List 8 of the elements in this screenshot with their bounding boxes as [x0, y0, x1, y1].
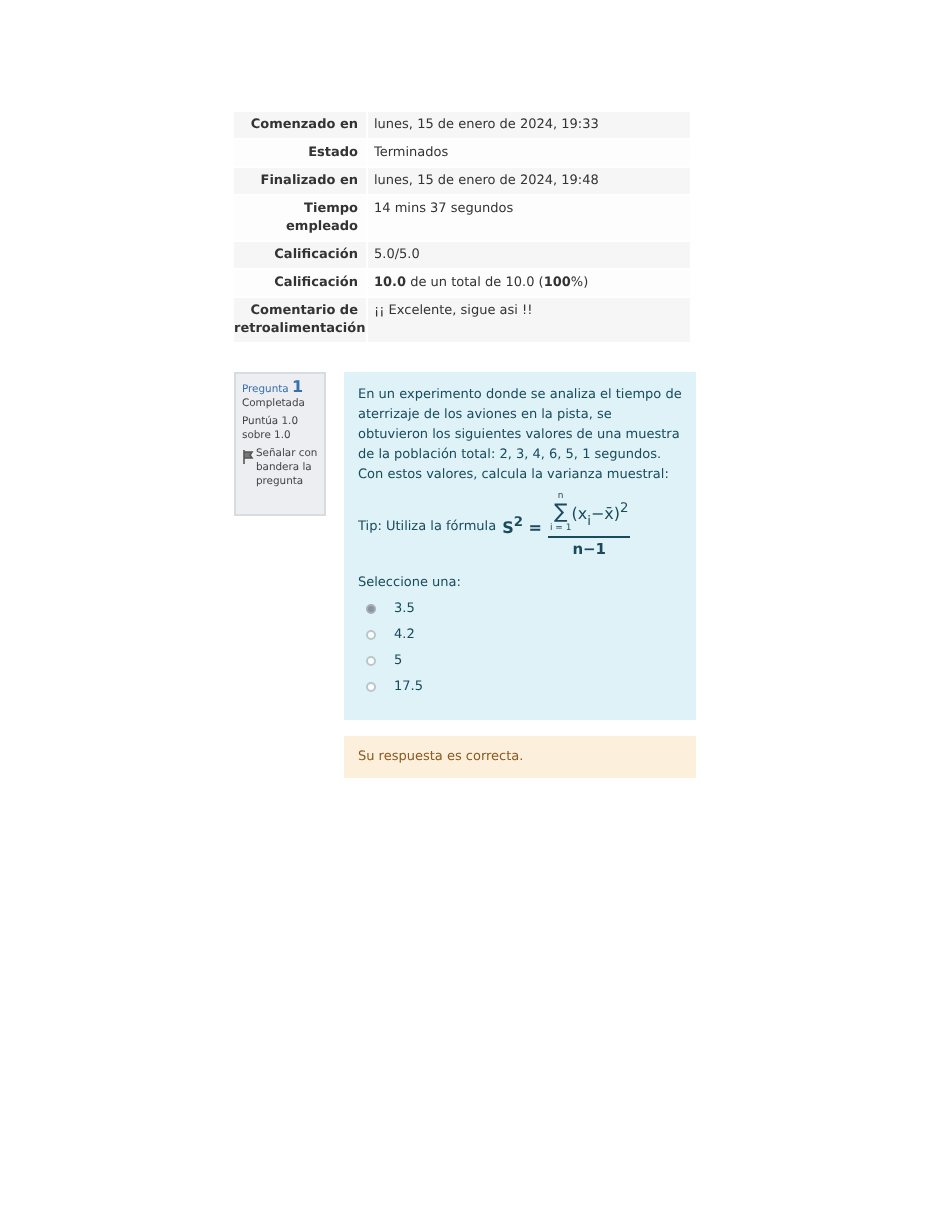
- radio-button[interactable]: [366, 604, 376, 614]
- radio-button[interactable]: [366, 682, 376, 692]
- formula-numerator: (x$_{i}$−x̄)$^{2}$: [571, 497, 629, 531]
- sum-sign: ∑: [553, 504, 568, 524]
- formula-lhs: S$^{2}$ =: [502, 512, 542, 540]
- radio-button[interactable]: [366, 656, 376, 666]
- radio-button[interactable]: [366, 630, 376, 640]
- flag-icon[interactable]: [242, 450, 254, 464]
